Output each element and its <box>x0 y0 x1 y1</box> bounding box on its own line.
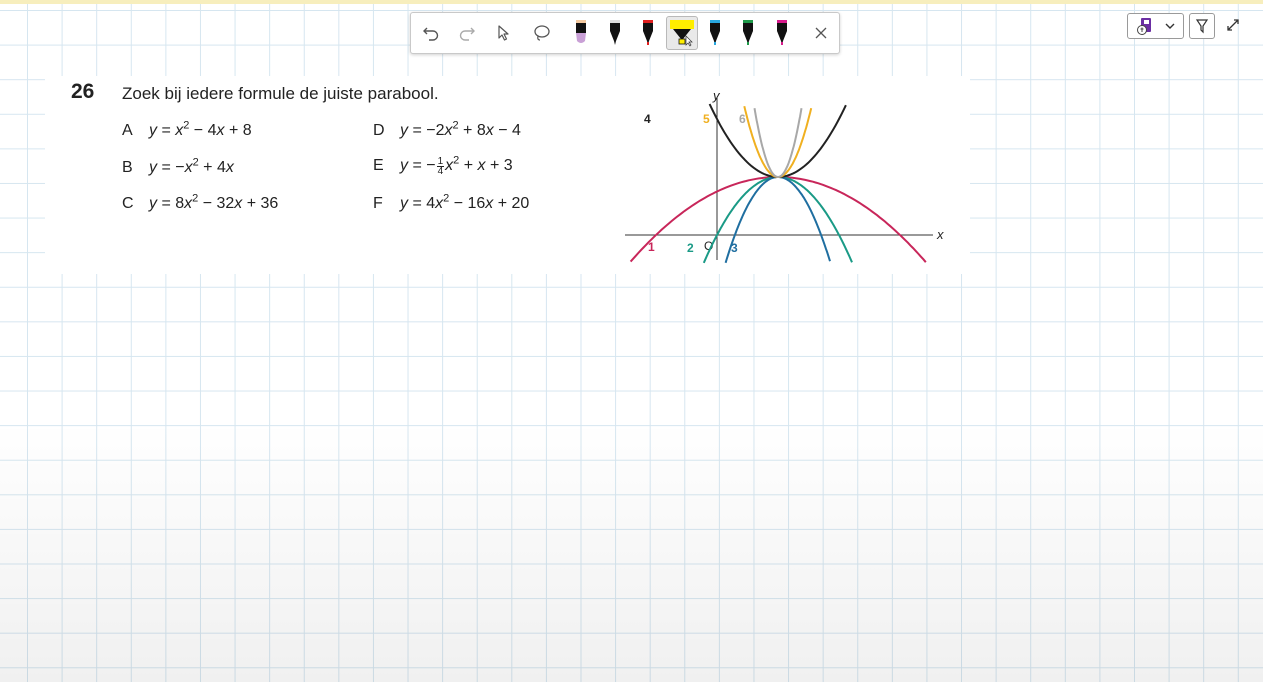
select-tool-button[interactable] <box>489 17 519 49</box>
parabola-6 <box>753 108 803 179</box>
parabola-label-5: 5 <box>703 112 710 126</box>
x-axis-label: x <box>936 227 944 242</box>
lasso-icon <box>534 25 550 41</box>
parabola-label-6: 6 <box>739 112 746 126</box>
pen-red-button[interactable] <box>633 17 663 49</box>
option-formula: y = x2 − 4x + 8 <box>149 120 252 140</box>
pen-magenta-button[interactable] <box>767 17 797 49</box>
option-d: Dy = −2x2 + 8x − 4 <box>373 120 521 140</box>
pen-blue-icon <box>710 20 720 45</box>
pen-black-icon <box>610 20 620 45</box>
lasso-tool-button[interactable] <box>527 17 557 49</box>
option-letter: D <box>373 122 385 140</box>
expand-icon <box>1227 19 1239 31</box>
pen-magenta-icon <box>777 20 787 45</box>
redo-icon <box>459 27 475 41</box>
option-letter: F <box>373 195 383 213</box>
parabola-graph: x y O 1 2 34 5 6 <box>625 88 944 264</box>
top-accent-strip <box>0 0 1263 4</box>
option-e: Ey = −1 4 x2 + x + 3 <box>373 155 513 176</box>
undo-icon <box>423 27 439 41</box>
option-letter: B <box>122 159 133 177</box>
select-icon <box>498 25 509 41</box>
option-formula: y = −1 4 x2 + x + 3 <box>400 155 513 177</box>
option-letter: A <box>122 122 133 140</box>
question-number: 26 <box>71 80 95 103</box>
pen-green-icon <box>743 20 753 45</box>
parabola-2 <box>702 176 853 264</box>
parabola-label-1: 1 <box>648 240 655 254</box>
option-formula: y = 4x2 − 16x + 20 <box>400 193 530 213</box>
pen-green-button[interactable] <box>733 17 763 49</box>
question-text: Zoek bij iedere formule de juiste parabo… <box>122 84 439 103</box>
option-c: Cy = 8x2 − 32x + 36 <box>122 193 278 213</box>
option-letter: C <box>122 195 134 213</box>
pen-purple-button[interactable] <box>566 17 596 49</box>
pen-filter-button[interactable] <box>1189 13 1215 39</box>
option-formula: y = −2x2 + 8x − 4 <box>400 120 521 140</box>
expand-button[interactable] <box>1223 14 1243 36</box>
chevron-down-icon <box>1165 23 1174 29</box>
parabola-1 <box>629 176 927 263</box>
pen-red-icon <box>643 20 653 45</box>
option-b: By = −x2 + 4x <box>122 157 234 177</box>
highlighter-yellow-button[interactable] <box>666 16 698 50</box>
option-formula: y = 8x2 − 32x + 36 <box>149 193 279 213</box>
parabola-label-4: 4 <box>644 112 651 126</box>
drawing-toolbar <box>410 12 840 54</box>
y-axis-label: y <box>712 88 721 103</box>
option-letter: E <box>373 157 384 175</box>
redo-button[interactable] <box>452 17 482 49</box>
close-toolbar-button[interactable] <box>806 17 836 49</box>
pen-filter-icon <box>1195 19 1209 34</box>
parabola-label-2: 2 <box>687 241 694 255</box>
option-f: Fy = 4x2 − 16x + 20 <box>373 193 529 213</box>
pen-black-button[interactable] <box>600 17 630 49</box>
pen-blue-button[interactable] <box>700 17 730 49</box>
option-a: Ay = x2 − 4x + 8 <box>122 120 252 140</box>
pen-purple-icon <box>576 20 586 43</box>
undo-button[interactable] <box>416 17 446 49</box>
option-formula: y = −x2 + 4x <box>149 157 234 177</box>
parabola-3 <box>724 176 831 264</box>
close-icon <box>815 27 827 39</box>
parabola-4 <box>708 103 847 178</box>
accessibility-immersive-reader-icon <box>1136 18 1151 35</box>
highlighter-yellow-icon <box>670 20 694 47</box>
parabola-label-3: 3 <box>731 241 738 255</box>
parabola-5 <box>743 105 813 178</box>
immersive-reader-dropdown[interactable] <box>1127 13 1184 39</box>
